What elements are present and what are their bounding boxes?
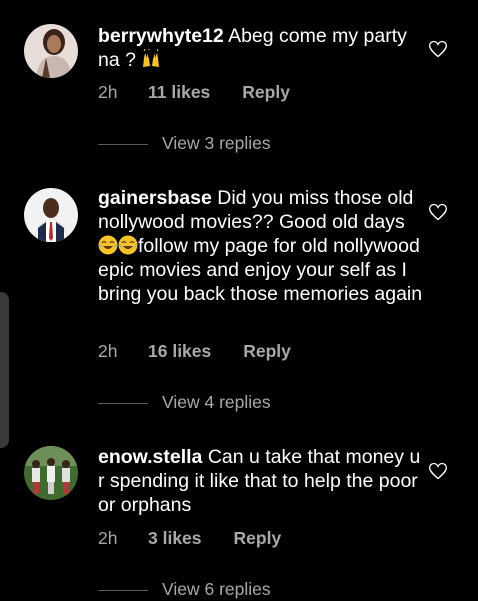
tears-of-joy-emoji-icon: [98, 235, 118, 255]
comment-username[interactable]: berrywhyte12: [98, 25, 224, 47]
comment-username[interactable]: gainersbase: [98, 187, 212, 209]
view-replies-button[interactable]: View 4 replies: [98, 392, 271, 414]
comment-text: gainersbase Did you miss those old nolly…: [98, 186, 428, 306]
tears-of-joy-emoji-icon: [118, 235, 138, 255]
comment-text: berrywhyte12 Abeg come my party na ?: [98, 24, 428, 72]
comment-message-part2: follow my page for old nollywood epic mo…: [98, 235, 423, 305]
comment-time: 2h: [98, 341, 118, 361]
view-replies-label: View 6 replies: [162, 579, 271, 599]
view-replies-label: View 4 replies: [162, 392, 271, 412]
replies-divider: [98, 143, 148, 145]
avatar-enow-stella[interactable]: [24, 446, 78, 500]
comment-time: 2h: [98, 528, 118, 548]
view-replies-button[interactable]: View 3 replies: [98, 133, 271, 155]
likes-count[interactable]: 3 likes: [148, 528, 202, 549]
heart-outline-icon[interactable]: [428, 39, 448, 59]
heart-outline-icon[interactable]: [428, 461, 448, 481]
heart-outline-icon[interactable]: [428, 202, 448, 222]
reply-button[interactable]: Reply: [243, 341, 291, 362]
comment-username[interactable]: enow.stella: [98, 446, 202, 468]
view-replies-label: View 3 replies: [162, 133, 271, 153]
reply-button[interactable]: Reply: [234, 528, 282, 549]
avatar-berrywhyte12[interactable]: [24, 24, 78, 78]
reply-button[interactable]: Reply: [242, 82, 290, 103]
likes-count[interactable]: 16 likes: [148, 341, 211, 362]
replies-divider: [98, 402, 148, 404]
comment-time: 2h: [98, 82, 118, 102]
avatar-gainersbase[interactable]: [24, 188, 78, 242]
comment-text: enow.stella Can u take that money u r sp…: [98, 445, 428, 517]
raising-hands-emoji-icon: [141, 48, 161, 69]
comment-meta: 2h 11 likes Reply: [98, 82, 290, 103]
view-replies-button[interactable]: View 6 replies: [98, 579, 271, 601]
comment-meta: 2h 16 likes Reply: [98, 341, 291, 362]
likes-count[interactable]: 11 likes: [148, 82, 210, 103]
replies-divider: [98, 589, 148, 591]
comment-meta: 2h 3 likes Reply: [98, 528, 281, 549]
side-scroll-handle[interactable]: [0, 292, 9, 448]
